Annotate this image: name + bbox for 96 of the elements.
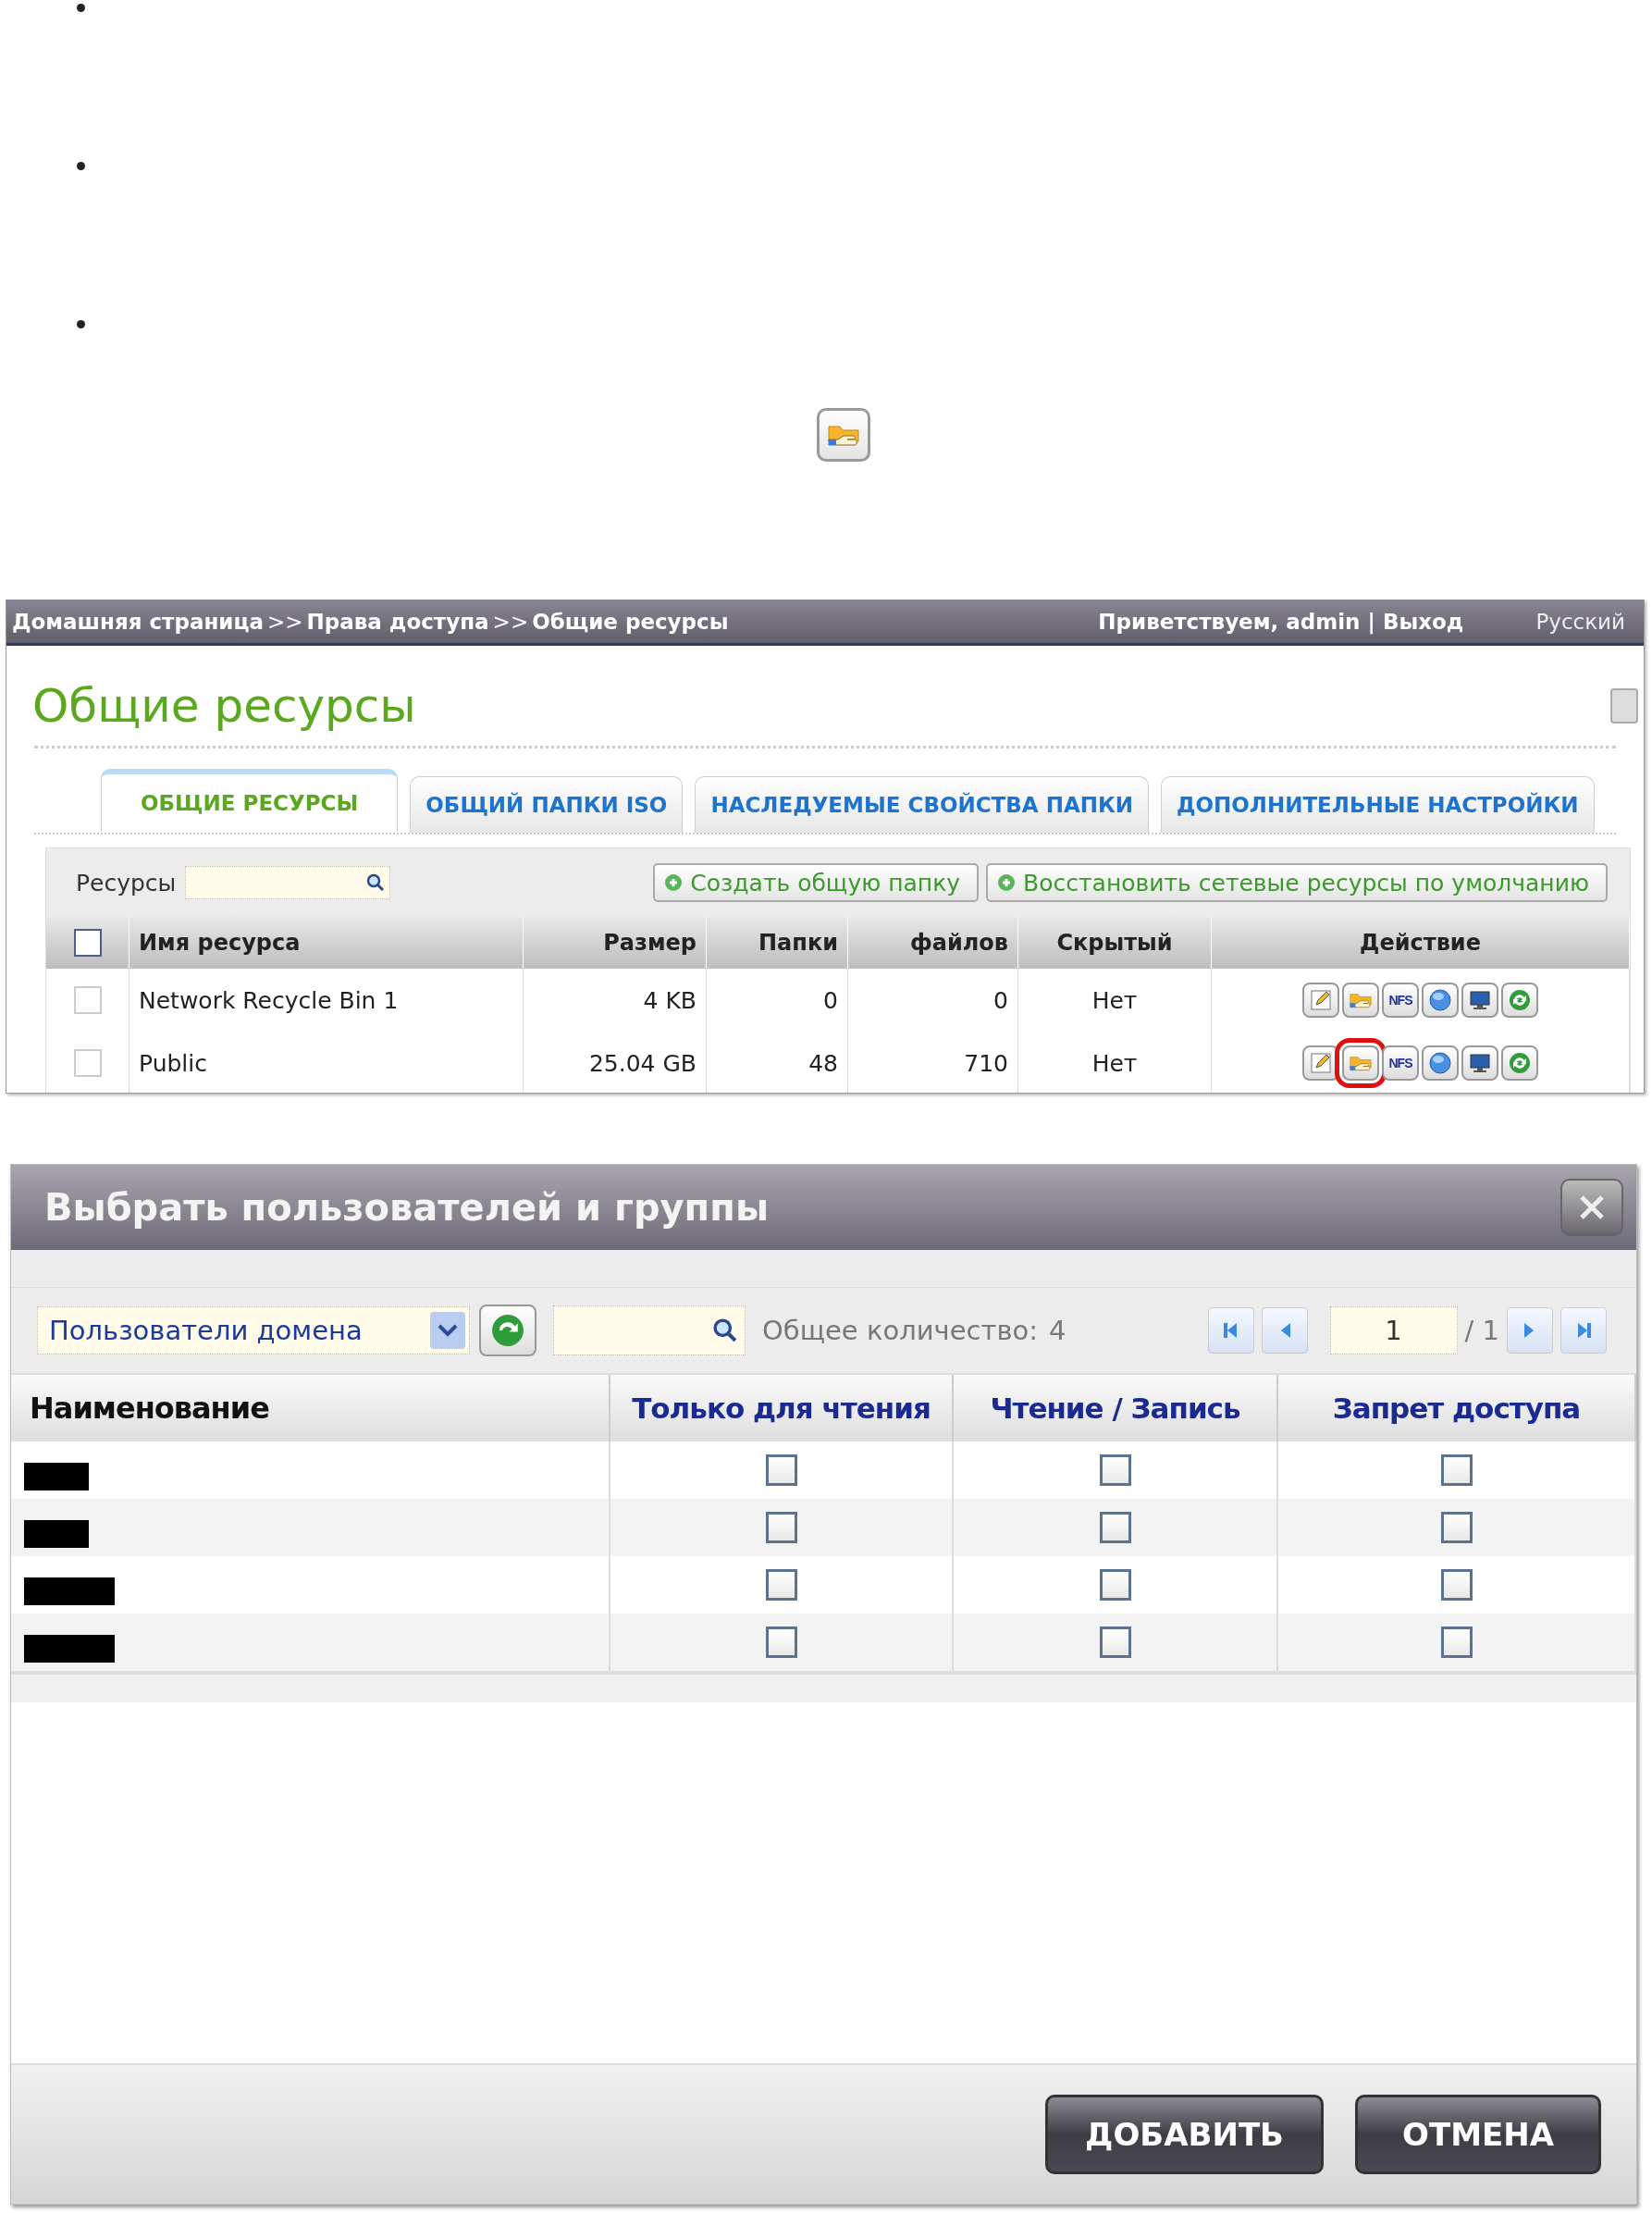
- nfs-label: NFS: [1388, 993, 1412, 1008]
- permission-checkbox[interactable]: [1440, 1512, 1473, 1543]
- breadcrumb-separator: >>: [267, 609, 303, 634]
- column-header: Только для чтения: [610, 1375, 954, 1441]
- header-divider: |: [1367, 609, 1375, 634]
- redaction-bar: [24, 1463, 89, 1490]
- close-button[interactable]: [1560, 1179, 1623, 1236]
- table-cell: Network Recycle Bin 1: [129, 969, 524, 1032]
- permission-checkbox[interactable]: [765, 1512, 797, 1543]
- column-header: Размер: [524, 917, 707, 969]
- plus-icon: [997, 873, 1017, 892]
- breadcrumb-link[interactable]: Общие ресурсы: [532, 609, 729, 634]
- permission-checkbox[interactable]: [1099, 1454, 1131, 1486]
- column-header: Наименование: [11, 1375, 610, 1441]
- action-button[interactable]: NFS: [1382, 1045, 1419, 1081]
- dialog-title: Выбрать пользователей и группы: [44, 1186, 770, 1229]
- dialog-button[interactable]: ДОБАВИТЬ: [1045, 2095, 1324, 2174]
- redaction-bar: [24, 1520, 89, 1548]
- permission-checkbox[interactable]: [1440, 1569, 1473, 1601]
- column-header: Чтение / Запись: [954, 1375, 1278, 1441]
- search-field[interactable]: [185, 866, 391, 899]
- action-button[interactable]: [1461, 1045, 1498, 1081]
- permission-checkbox[interactable]: [765, 1626, 797, 1658]
- last-page-button[interactable]: [1560, 1307, 1607, 1354]
- column-header: Скрытый: [1018, 917, 1212, 969]
- language-selector[interactable]: Русский: [1535, 609, 1625, 634]
- table-cell: 25.04 GB: [524, 1032, 707, 1093]
- pencil-icon: [1309, 988, 1333, 1012]
- group-dropdown[interactable]: Пользователи домена: [37, 1306, 470, 1354]
- table-cell: 48: [707, 1032, 848, 1093]
- next-page-button[interactable]: [1507, 1307, 1553, 1354]
- first-page-button[interactable]: [1207, 1307, 1254, 1354]
- monitor-icon: [1468, 988, 1492, 1012]
- permission-checkbox[interactable]: [1440, 1626, 1473, 1658]
- action-button[interactable]: [1461, 983, 1498, 1018]
- bullet-icon: [77, 320, 85, 328]
- tab[interactable]: ОБЩИЕ РЕСУРСЫ: [101, 769, 399, 832]
- bullet-icon: [77, 162, 85, 170]
- row-checkbox[interactable]: [73, 1049, 102, 1077]
- toolbar-button[interactable]: Восстановить сетевые ресурсы по умолчанию: [986, 863, 1608, 902]
- column-header: Имя ресурса: [129, 917, 524, 969]
- action-button[interactable]: [1422, 983, 1459, 1018]
- total-label: Общее количество:: [762, 1315, 1038, 1346]
- column-header: файлов: [848, 917, 1018, 969]
- toolbar-button[interactable]: Создать общую папку: [653, 863, 980, 902]
- select-all-checkbox[interactable]: [73, 929, 102, 957]
- total-count: 4: [1049, 1315, 1066, 1346]
- table-cell: 710: [848, 1032, 1018, 1093]
- permission-checkbox[interactable]: [1099, 1569, 1131, 1601]
- table-cell: 4 KB: [524, 969, 707, 1032]
- breadcrumb-separator: >>: [492, 609, 529, 634]
- search-icon: [711, 1317, 739, 1344]
- tab[interactable]: ДОПОЛНИТЕЛЬНЫЕ НАСТРОЙКИ: [1161, 776, 1595, 833]
- row-checkbox[interactable]: [73, 986, 102, 1014]
- page-count: / 1: [1464, 1315, 1499, 1346]
- permission-checkbox[interactable]: [1099, 1626, 1131, 1658]
- nfs-label: NFS: [1388, 1056, 1412, 1070]
- table-cell: 0: [707, 969, 848, 1032]
- permission-checkbox[interactable]: [765, 1454, 797, 1486]
- refresh-icon: [1508, 988, 1532, 1012]
- plus-icon: [664, 873, 684, 892]
- column-header: Папки: [707, 917, 848, 969]
- column-header: Действие: [1212, 917, 1630, 969]
- column-header: Запрет доступа: [1278, 1375, 1636, 1441]
- search-icon: [365, 872, 387, 893]
- page-field[interactable]: 1: [1329, 1306, 1458, 1354]
- bullet-icon: [77, 4, 85, 12]
- page-title: Общие ресурсы: [32, 679, 416, 733]
- globe-icon: [1428, 1051, 1452, 1075]
- breadcrumb-link[interactable]: Домашняя страница: [12, 609, 264, 634]
- permission-checkbox[interactable]: [1099, 1512, 1131, 1543]
- monitor-icon: [1468, 1051, 1492, 1075]
- user-name: admin: [1286, 609, 1361, 634]
- table-cell: 0: [848, 969, 1018, 1032]
- search-field[interactable]: [553, 1305, 746, 1355]
- search-label: Ресурсы: [76, 869, 177, 897]
- chevron-down-icon: [437, 1323, 459, 1338]
- breadcrumb-link[interactable]: Права доступа: [306, 609, 489, 634]
- logout-link[interactable]: Выход: [1382, 609, 1464, 634]
- permission-checkbox[interactable]: [1440, 1454, 1473, 1486]
- pencil-icon: [1309, 1051, 1333, 1075]
- tab[interactable]: НАСЛЕДУЕМЫЕ СВОЙСТВА ПАПКИ: [695, 776, 1149, 833]
- permission-checkbox[interactable]: [765, 1569, 797, 1601]
- action-button[interactable]: NFS: [1382, 983, 1419, 1018]
- refresh-button[interactable]: [479, 1305, 536, 1356]
- action-button[interactable]: [1422, 1045, 1459, 1081]
- refresh-icon: [489, 1312, 526, 1349]
- globe-icon: [1428, 988, 1452, 1012]
- table-cell: Нет: [1018, 969, 1212, 1032]
- table-cell: Нет: [1018, 1032, 1212, 1093]
- refresh-icon: [1508, 1051, 1532, 1075]
- tab[interactable]: ОБЩИЙ ПАПКИ ISO: [410, 776, 684, 833]
- table-cell: Public: [129, 1032, 524, 1093]
- previous-page-button[interactable]: [1261, 1307, 1308, 1354]
- dialog-button[interactable]: ОТМЕНА: [1355, 2095, 1601, 2174]
- greeting-text: Приветствуем,: [1098, 609, 1279, 634]
